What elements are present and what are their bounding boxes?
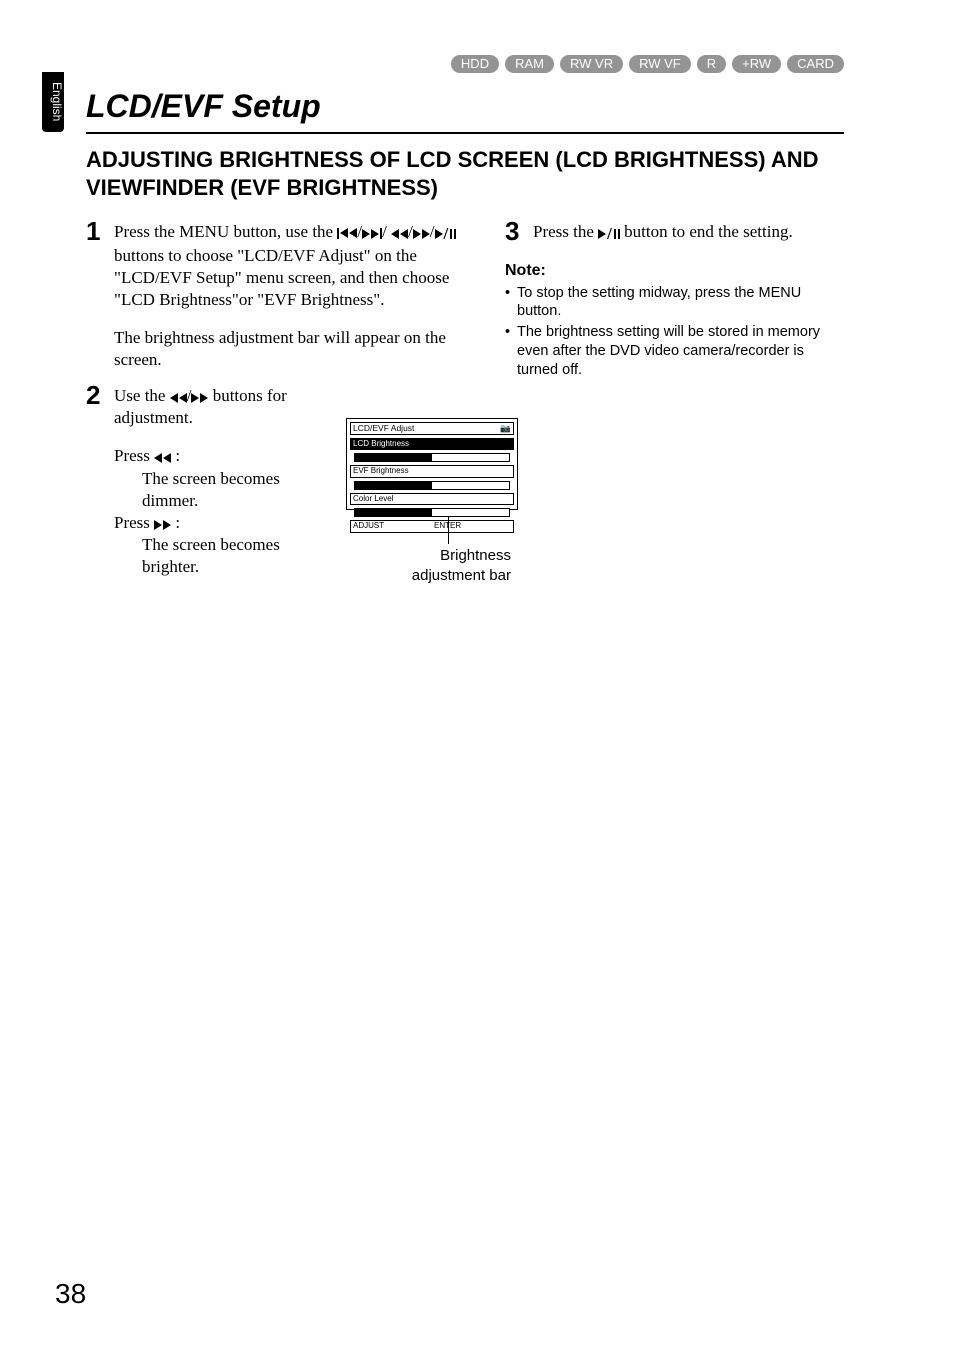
badge-ram: RAM: [505, 55, 554, 73]
ffwd-icon: [413, 229, 430, 239]
slider-evf: [354, 481, 510, 490]
step2-press-l: Press: [114, 446, 154, 465]
step2-brighter: The screen becomes brighter.: [114, 534, 298, 578]
page-title: LCD/EVF Setup: [86, 86, 844, 134]
fig-foot-adjust: ADJUST: [353, 521, 384, 531]
slider-lcd: [354, 453, 510, 462]
badge-rwvf: RW VF: [629, 55, 691, 73]
note-list: To stop the setting midway, press the ME…: [505, 284, 844, 380]
fig-row-2: EVF Brightness: [353, 466, 409, 476]
figure-box: LCD/EVF Adjust 📷 LCD Brightness EVF Brig…: [346, 418, 518, 510]
frew-icon: [154, 453, 171, 463]
fig-caption-1: Brightness: [440, 547, 511, 564]
badge-hdd: HDD: [451, 55, 499, 73]
note-heading: Note:: [505, 261, 844, 282]
frew-icon: [391, 229, 408, 239]
section-heading: ADJUSTING BRIGHTNESS OF LCD SCREEN (LCD …: [86, 146, 844, 203]
badge-plusrw: +RW: [732, 55, 781, 73]
skipf-icon: [362, 228, 382, 239]
step-number-2: 2: [86, 379, 100, 413]
note-item-1: To stop the setting midway, press the ME…: [505, 284, 844, 322]
step2-text-a: Use the: [114, 386, 170, 405]
badge-rwvr: RW VR: [560, 55, 623, 73]
page-number: 38: [55, 1276, 86, 1312]
skipb-icon: [337, 228, 357, 239]
fig-row-3: Color Level: [353, 494, 393, 504]
step-3: 3 Press the / button to end the setting.: [505, 221, 844, 245]
playpause-icon: /: [435, 223, 457, 245]
slider-color: [354, 508, 510, 517]
note-item-2: The brightness setting will be stored in…: [505, 323, 844, 380]
language-tab: English: [42, 72, 64, 132]
step-1: 1 Press the MENU button, use the // /// …: [86, 221, 471, 372]
step3-text-a: Press the: [533, 222, 598, 241]
ffwd-icon: [154, 520, 171, 530]
media-badges: HDD RAM RW VR RW VF R +RW CARD: [451, 55, 844, 73]
frew-icon: [170, 393, 187, 403]
step-number-1: 1: [86, 215, 100, 249]
figure-brightness: LCD/EVF Adjust 📷 LCD Brightness EVF Brig…: [346, 418, 546, 585]
step1-text-a: Press the MENU button, use the: [114, 222, 337, 241]
fig-caption-2: adjustment bar: [412, 567, 511, 584]
step2-dimmer: The screen becomes dimmer.: [114, 468, 298, 512]
ffwd-icon: [191, 393, 208, 403]
fig-title: LCD/EVF Adjust: [353, 423, 414, 434]
fig-row-1: LCD Brightness: [353, 439, 409, 449]
camera-icon: 📷: [500, 423, 511, 434]
step1-text-c: The brightness adjustment bar will appea…: [114, 327, 471, 371]
step-number-3: 3: [505, 215, 519, 249]
fig-foot-enter: ENTER: [434, 521, 461, 531]
step2-press-r: Press: [114, 513, 154, 532]
playpause-icon: /: [598, 223, 620, 245]
step1-text-b: buttons to choose "LCD/EVF Adjust" on th…: [114, 246, 449, 309]
badge-card: CARD: [787, 55, 844, 73]
step3-text-b: button to end the setting.: [624, 222, 793, 241]
badge-r: R: [697, 55, 726, 73]
